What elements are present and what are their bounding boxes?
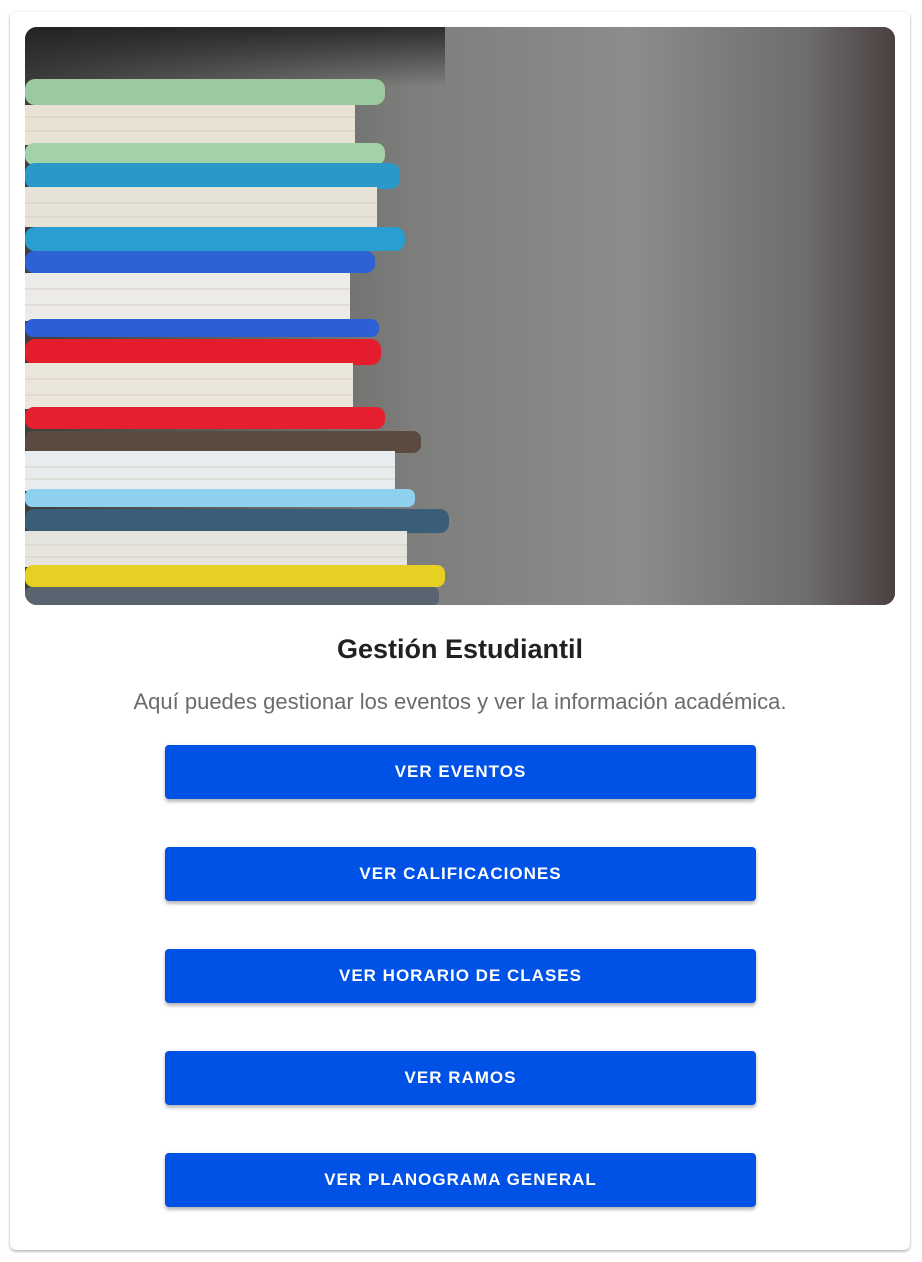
card-subtitle: Aquí puedes gestionar los eventos y ver … <box>133 689 787 714</box>
card-title: Gestión Estudiantil <box>336 634 584 664</box>
books-stack-image <box>25 27 895 605</box>
view-general-planogram-button[interactable]: VER PLANOGRAMA GENERAL <box>165 1153 756 1207</box>
student-management-card: Gestión Estudiantil Aquí puedes gestiona… <box>10 12 910 1250</box>
view-courses-button[interactable]: VER RAMOS <box>165 1051 756 1105</box>
action-buttons: VER EVENTOS VER CALIFICACIONES VER HORAR… <box>165 745 756 1255</box>
view-class-schedule-button[interactable]: VER HORARIO DE CLASES <box>165 949 756 1003</box>
view-grades-button[interactable]: VER CALIFICACIONES <box>165 847 756 901</box>
view-events-button[interactable]: VER EVENTOS <box>165 745 756 799</box>
